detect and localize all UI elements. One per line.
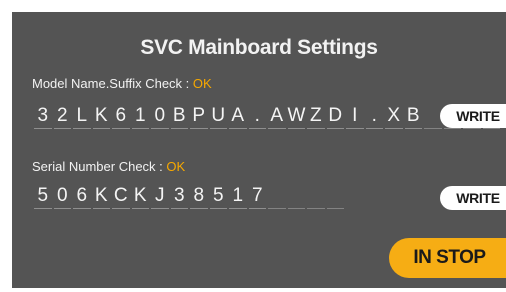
model-char-slot: K bbox=[92, 104, 110, 129]
model-char-slot: I bbox=[346, 104, 364, 129]
model-char-slot: B bbox=[170, 104, 188, 129]
model-check-label: Model Name.Suffix Check : OK bbox=[32, 76, 212, 91]
model-char-slot: 0 bbox=[151, 104, 169, 129]
serial-char-slot: 5 bbox=[209, 184, 227, 209]
serial-check-status: OK bbox=[166, 159, 186, 174]
serial-char-slot bbox=[268, 184, 286, 209]
serial-char-slot: K bbox=[131, 184, 149, 209]
page-title: SVC Mainboard Settings bbox=[140, 36, 378, 59]
serial-char-slot bbox=[307, 184, 325, 209]
model-check-status: OK bbox=[192, 76, 212, 91]
model-char-slot bbox=[424, 104, 442, 129]
serial-char-slot: 6 bbox=[73, 184, 91, 209]
model-name-field[interactable]: 32LK610BPUA.AWZDI.XB bbox=[34, 104, 502, 129]
model-char-slot: A bbox=[268, 104, 286, 129]
model-char-slot: D bbox=[326, 104, 344, 129]
model-char-slot: P bbox=[190, 104, 208, 129]
model-char-slot: 6 bbox=[112, 104, 130, 129]
model-char-slot: W bbox=[287, 104, 305, 129]
model-write-button[interactable]: WRITE bbox=[440, 104, 506, 128]
in-stop-button[interactable]: IN STOP bbox=[389, 238, 506, 278]
model-char-slot: U bbox=[209, 104, 227, 129]
settings-panel: SVC Mainboard Settings Model Name.Suffix… bbox=[12, 12, 506, 288]
serial-number-field[interactable]: 506KCKJ38517 bbox=[34, 184, 346, 209]
serial-char-slot: K bbox=[92, 184, 110, 209]
serial-char-slot: 1 bbox=[229, 184, 247, 209]
model-char-slot: 2 bbox=[53, 104, 71, 129]
serial-char-slot: C bbox=[112, 184, 130, 209]
model-char-slot: . bbox=[365, 104, 383, 129]
model-check-text: Model Name.Suffix Check : bbox=[32, 76, 193, 91]
model-char-slot: X bbox=[385, 104, 403, 129]
model-char-slot: A bbox=[229, 104, 247, 129]
serial-char-slot: 7 bbox=[248, 184, 266, 209]
serial-char-slot: 3 bbox=[170, 184, 188, 209]
model-char-slot: B bbox=[404, 104, 422, 129]
serial-char-slot: 0 bbox=[53, 184, 71, 209]
model-char-slot: . bbox=[248, 104, 266, 129]
serial-char-slot bbox=[326, 184, 344, 209]
model-char-slot: L bbox=[73, 104, 91, 129]
serial-char-slot: 5 bbox=[34, 184, 52, 209]
serial-char-slot: 8 bbox=[190, 184, 208, 209]
model-char-slot: Z bbox=[307, 104, 325, 129]
serial-write-button[interactable]: WRITE bbox=[440, 186, 506, 210]
serial-check-text: Serial Number Check : bbox=[32, 159, 167, 174]
serial-char-slot: J bbox=[151, 184, 169, 209]
model-char-slot: 1 bbox=[131, 104, 149, 129]
serial-check-label: Serial Number Check : OK bbox=[32, 159, 185, 174]
serial-char-slot bbox=[287, 184, 305, 209]
model-char-slot: 3 bbox=[34, 104, 52, 129]
